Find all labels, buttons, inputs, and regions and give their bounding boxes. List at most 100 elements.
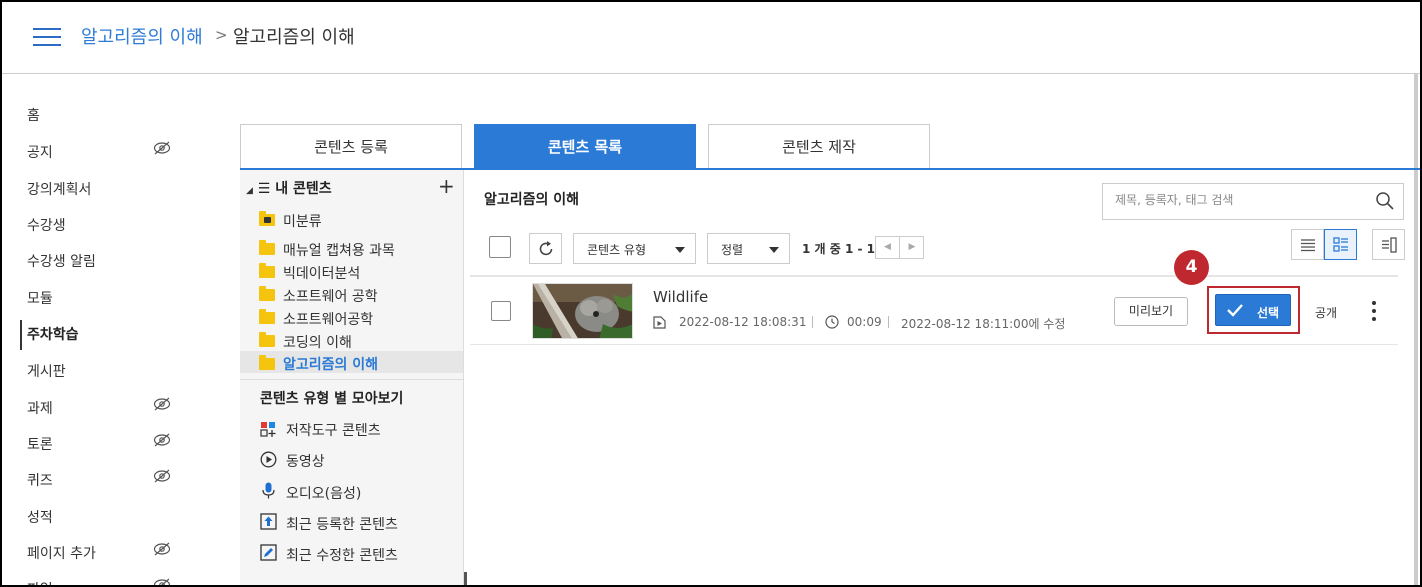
page-scrollbar[interactable] xyxy=(1414,74,1418,585)
nav-item-quizzes[interactable]: 퀴즈 xyxy=(27,470,53,490)
clock-icon xyxy=(825,315,839,329)
tree-folder[interactable]: 매뉴얼 캡쳐용 과목 xyxy=(283,240,395,260)
wildlife-thumbnail-image xyxy=(533,284,632,338)
nav-item-student-alerts[interactable]: 수강생 알림 xyxy=(27,251,96,271)
sort-select[interactable]: 정렬 xyxy=(707,233,790,264)
hamburger-menu-icon[interactable] xyxy=(33,26,61,46)
nav-item-grades[interactable]: 성적 xyxy=(27,507,53,527)
checkmark-icon xyxy=(1227,304,1243,317)
edit-icon xyxy=(260,544,277,561)
chevron-down-icon xyxy=(675,247,685,253)
nav-item-students[interactable]: 수강생 xyxy=(27,215,66,235)
folder-icon xyxy=(259,286,275,301)
content-type-group-title: 콘텐츠 유형 별 모아보기 xyxy=(260,391,404,407)
nav-item-notice[interactable]: 공지 xyxy=(27,142,53,162)
hidden-eye-icon[interactable] xyxy=(153,542,171,556)
tree-folder-uncategorized[interactable]: 미분류 xyxy=(283,211,322,231)
row-checkbox[interactable] xyxy=(491,301,511,321)
sort-select-label: 정렬 xyxy=(721,243,744,257)
hidden-eye-icon[interactable] xyxy=(153,141,171,155)
hidden-eye-icon[interactable] xyxy=(153,469,171,483)
pager-count: 1 개 중 1 - 1 xyxy=(802,242,875,256)
nav-item-modules[interactable]: 모듈 xyxy=(27,288,53,308)
type-audio[interactable]: 오디오(음성) xyxy=(286,483,361,503)
add-folder-button[interactable]: + xyxy=(438,174,455,198)
select-button-label: 선택 xyxy=(1257,306,1280,320)
next-page-icon[interactable]: ▶ xyxy=(900,237,924,258)
meta-divider xyxy=(888,316,889,328)
list-view-button[interactable] xyxy=(1291,229,1324,260)
nav-item-syllabus[interactable]: 강의계획서 xyxy=(27,179,91,199)
panel-view-button[interactable] xyxy=(1372,229,1405,260)
search-box xyxy=(1102,183,1404,220)
hidden-eye-icon[interactable] xyxy=(153,578,171,587)
folder-icon xyxy=(259,332,275,347)
modified-datetime: 2022-08-12 18:11:00에 수정 xyxy=(901,317,1066,331)
tree-folder[interactable]: 소프트웨어공학 xyxy=(283,309,373,329)
breadcrumb-course-link[interactable]: 알고리즘의 이해 xyxy=(81,23,203,49)
row-divider xyxy=(470,344,1398,345)
select-button[interactable]: 선택 xyxy=(1215,294,1291,326)
meta-divider xyxy=(812,316,813,328)
search-input[interactable] xyxy=(1115,193,1365,207)
authoring-tool-icon xyxy=(260,422,276,437)
step-number-badge: 4 xyxy=(1174,250,1209,285)
type-recently-registered[interactable]: 최근 등록한 콘텐츠 xyxy=(286,514,398,534)
upload-icon xyxy=(260,513,277,530)
app-window: 알고리즘의 이해 > 알고리즘의 이해 홈 공지 강의계획서 수강생 수강생 알… xyxy=(0,0,1422,587)
content-type-select[interactable]: 콘텐츠 유형 xyxy=(573,233,696,264)
list-view-icon xyxy=(1301,239,1315,252)
folder-icon xyxy=(259,355,275,370)
folder-icon xyxy=(259,240,275,255)
video-thumbnail[interactable] xyxy=(532,283,633,339)
tree-folder-selected[interactable]: 알고리즘의 이해 xyxy=(283,354,378,374)
type-video[interactable]: 동영상 xyxy=(286,451,325,471)
nav-item-files[interactable]: 파일 xyxy=(27,579,53,585)
nav-item-assignments[interactable]: 과제 xyxy=(27,398,53,418)
nav-item-discussions[interactable]: 토론 xyxy=(27,434,53,454)
duration: 00:09 xyxy=(847,315,882,329)
tree-scrollbar[interactable] xyxy=(464,572,467,585)
refresh-icon xyxy=(539,241,553,256)
nav-item-board[interactable]: 게시판 xyxy=(27,361,66,381)
detail-view-icon xyxy=(1333,237,1348,252)
lock-icon xyxy=(264,217,271,223)
nav-item-add-page[interactable]: 페이지 추가 xyxy=(27,543,96,563)
created-datetime: 2022-08-12 18:08:31 xyxy=(679,315,807,329)
chevron-down-icon xyxy=(769,247,779,253)
tree-folder[interactable]: 빅데이터분석 xyxy=(283,263,360,283)
breadcrumb-separator: > xyxy=(215,26,228,44)
tree-divider xyxy=(240,379,463,380)
pager-controls: ◀ ▶ xyxy=(875,236,924,259)
hidden-eye-icon[interactable] xyxy=(153,397,171,411)
folder-icon xyxy=(259,263,275,278)
visibility-toggle[interactable]: 공개 xyxy=(1315,304,1337,321)
select-all-checkbox[interactable] xyxy=(489,236,511,258)
search-icon[interactable] xyxy=(1375,191,1395,211)
refresh-button[interactable] xyxy=(529,233,562,264)
prev-page-icon[interactable]: ◀ xyxy=(876,237,900,258)
breadcrumb-current: 알고리즘의 이해 xyxy=(233,27,355,48)
list-header-divider xyxy=(470,275,1398,277)
folder-title: 알고리즘의 이해 xyxy=(484,192,580,208)
type-authoring-tool[interactable]: 저작도구 콘텐츠 xyxy=(286,420,381,440)
tree-folder[interactable]: 소프트웨어 공학 xyxy=(283,286,378,306)
nav-active-indicator xyxy=(20,320,22,350)
folder-icon xyxy=(259,309,275,324)
tab-content-list[interactable]: 콘텐츠 목록 xyxy=(474,124,696,168)
header-bar: 알고리즘의 이해 > 알고리즘의 이해 xyxy=(2,2,1420,74)
tree-header-label: 내 콘텐츠 xyxy=(275,181,332,197)
detail-view-button[interactable] xyxy=(1324,229,1357,260)
tree-folder[interactable]: 코딩의 이해 xyxy=(283,332,352,352)
type-recently-modified[interactable]: 최근 수정한 콘텐츠 xyxy=(286,545,398,565)
preview-button[interactable]: 미리보기 xyxy=(1114,297,1188,326)
nav-item-home[interactable]: 홈 xyxy=(27,105,40,125)
tab-content-create[interactable]: 콘텐츠 제작 xyxy=(708,124,930,168)
microphone-icon xyxy=(262,482,275,499)
tab-content-register[interactable]: 콘텐츠 등록 xyxy=(240,124,462,168)
content-title[interactable]: Wildlife xyxy=(653,288,708,306)
tree-header[interactable]: ◢ ☰ 내 콘텐츠 xyxy=(246,178,332,198)
nav-item-weekly-learning[interactable]: 주차학습 xyxy=(27,324,79,344)
hidden-eye-icon[interactable] xyxy=(153,433,171,447)
more-options-icon[interactable] xyxy=(1367,299,1381,323)
